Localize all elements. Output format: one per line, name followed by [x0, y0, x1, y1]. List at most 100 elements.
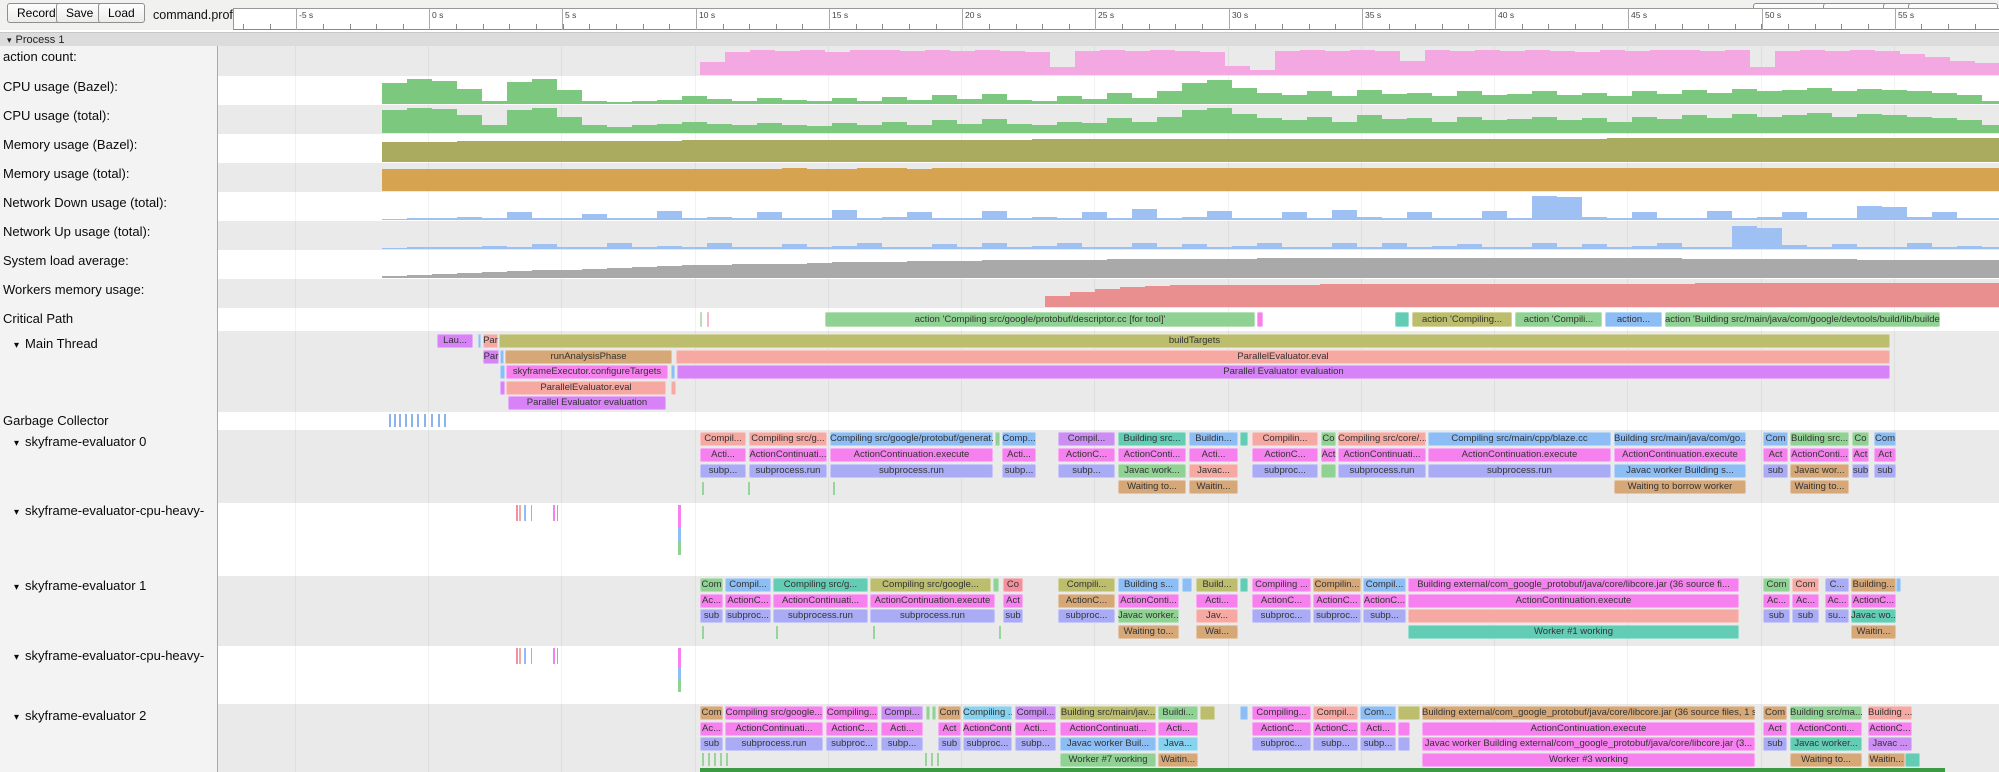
- flame-segment[interactable]: ActionContinuation.execute: [1408, 594, 1739, 608]
- flame-segment[interactable]: Act: [1003, 594, 1023, 608]
- flame-segment[interactable]: [932, 706, 936, 720]
- flame-segment[interactable]: subp...: [881, 737, 923, 751]
- flame-segment[interactable]: Ac...: [700, 722, 723, 736]
- flame-segment[interactable]: Compiling...: [1252, 706, 1311, 720]
- flame-segment[interactable]: [1398, 737, 1410, 751]
- flame-segment[interactable]: ActionContinuation.execute: [1422, 722, 1755, 736]
- process-header[interactable]: ▾Process 1: [0, 32, 1999, 46]
- flame-segment[interactable]: [1398, 706, 1420, 720]
- flame-segment[interactable]: Acti...: [1015, 722, 1056, 736]
- flame-segment[interactable]: sub: [1852, 464, 1869, 478]
- flame-segment[interactable]: Parallel Evaluator evaluation: [677, 365, 1890, 379]
- flame-segment[interactable]: ActionContinuation.execute: [1428, 448, 1611, 462]
- flame-segment[interactable]: subproc...: [1058, 609, 1115, 623]
- flame-segment[interactable]: ParallelEvaluator.eval: [676, 350, 1890, 364]
- flame-segment[interactable]: sub: [700, 737, 723, 751]
- flame-segment[interactable]: sub: [1763, 464, 1788, 478]
- flame-segment[interactable]: ActionContinuation.execute: [830, 448, 993, 462]
- load-button[interactable]: Load: [98, 3, 145, 23]
- flame-segment[interactable]: Waiting to...: [1790, 480, 1849, 494]
- flame-segment[interactable]: Act: [1852, 448, 1869, 462]
- flame-segment[interactable]: Par: [483, 334, 498, 348]
- flame-segment[interactable]: Javac worker...: [1118, 609, 1179, 623]
- flame-segment[interactable]: Javac worker Buil...: [1060, 737, 1156, 751]
- flame-segment[interactable]: Waitin...: [1158, 753, 1198, 767]
- flame-segment[interactable]: [1240, 578, 1248, 592]
- flame-segment[interactable]: Building src/ma...: [1790, 706, 1862, 720]
- flame-segment[interactable]: [671, 381, 676, 395]
- flame-segment[interactable]: Compiling src/google...: [870, 578, 991, 592]
- flame-segment[interactable]: [478, 334, 481, 348]
- flame-segment[interactable]: Waiting to...: [1118, 625, 1179, 639]
- flame-segment[interactable]: subp...: [1058, 464, 1115, 478]
- flame-segment[interactable]: Compil...: [1313, 706, 1358, 720]
- flame-segment[interactable]: Com: [1763, 578, 1790, 592]
- flame-segment[interactable]: Javac...: [1189, 464, 1238, 478]
- flame-segment[interactable]: Building external/com_google_protobuf/ja…: [1408, 578, 1739, 592]
- flame-segment[interactable]: Com: [1874, 432, 1896, 446]
- flame-segment[interactable]: Javac work...: [1118, 464, 1186, 478]
- flame-segment[interactable]: Build...: [1196, 578, 1238, 592]
- row-label-skyframe-evaluator-cpu-heavy-2[interactable]: ▾skyframe-evaluator-cpu-heavy-: [14, 648, 204, 663]
- flame-segment[interactable]: action 'Compili...: [1515, 312, 1602, 327]
- flame-segment[interactable]: ActionConti...: [963, 722, 1012, 736]
- flame-segment[interactable]: ActionContinuation.execute: [870, 594, 995, 608]
- flame-segment[interactable]: ActionC...: [725, 594, 771, 608]
- flame-segment[interactable]: Compil...: [1363, 578, 1406, 592]
- flame-segment[interactable]: [1896, 578, 1901, 592]
- flame-segment[interactable]: Worker #7 working: [1060, 753, 1156, 767]
- flame-segment[interactable]: [1398, 722, 1410, 736]
- flame-segment[interactable]: Ac...: [1825, 594, 1849, 608]
- flame-segment[interactable]: subprocess.run: [749, 464, 827, 478]
- flame-segment[interactable]: Compiling ...: [1252, 578, 1311, 592]
- flame-segment[interactable]: Wai...: [1196, 625, 1238, 639]
- row-label-skyframe-evaluator-cpu-heavy-1[interactable]: ▾skyframe-evaluator-cpu-heavy-: [14, 503, 204, 518]
- flame-segment[interactable]: ActionC...: [1313, 722, 1358, 736]
- flame-segment[interactable]: Ac...: [1763, 594, 1790, 608]
- flame-segment[interactable]: Com: [700, 578, 723, 592]
- flame-segment[interactable]: Compiling ...: [963, 706, 1012, 720]
- flame-segment[interactable]: subp...: [1015, 737, 1056, 751]
- flame-segment[interactable]: [1408, 609, 1739, 623]
- flame-segment[interactable]: ActionC...: [1252, 448, 1318, 462]
- flame-segment[interactable]: ActionContinuati...: [773, 594, 868, 608]
- flame-segment[interactable]: subproc...: [1252, 737, 1311, 751]
- flame-segment[interactable]: Com: [1763, 432, 1788, 446]
- flame-segment[interactable]: Acti...: [1196, 594, 1238, 608]
- flame-segment[interactable]: Javac wor...: [1790, 464, 1849, 478]
- flame-segment[interactable]: [671, 365, 675, 379]
- flame-segment[interactable]: Act: [1763, 448, 1788, 462]
- flame-segment[interactable]: subprocess.run: [830, 464, 993, 478]
- flame-segment[interactable]: Waitin...: [1189, 480, 1238, 494]
- flame-segment[interactable]: Waiting to...: [1118, 480, 1186, 494]
- flame-segment[interactable]: skyframeExecutor.configureTargets: [506, 365, 668, 379]
- flame-segment[interactable]: Building src...: [1118, 432, 1186, 446]
- flame-segment[interactable]: action 'Building src/main/java/com/googl…: [1665, 312, 1940, 327]
- flame-segment[interactable]: Com...: [1360, 706, 1396, 720]
- flame-segment[interactable]: subprocess.run: [1338, 464, 1426, 478]
- row-label-skyframe-evaluator-1[interactable]: ▾skyframe-evaluator 1: [14, 578, 146, 593]
- flame-segment[interactable]: ActionConti...: [1118, 448, 1186, 462]
- flame-segment[interactable]: Waiting to...: [1790, 753, 1862, 767]
- flame-segment[interactable]: Waitin...: [1851, 625, 1896, 639]
- flame-segment[interactable]: Co: [1003, 578, 1023, 592]
- flame-segment[interactable]: [500, 365, 505, 379]
- flame-segment[interactable]: [1182, 578, 1192, 592]
- flame-segment[interactable]: Parallel Evaluator evaluation: [508, 396, 666, 410]
- flame-segment[interactable]: sub: [1792, 609, 1819, 623]
- flame-segment[interactable]: Javac worker...: [1790, 737, 1862, 751]
- flame-segment[interactable]: Act: [1321, 448, 1336, 462]
- flame-segment[interactable]: sub: [938, 737, 961, 751]
- flame-segment[interactable]: ActionConti...: [1118, 594, 1179, 608]
- flame-segment[interactable]: Acti...: [1158, 722, 1198, 736]
- flame-segment[interactable]: Building s...: [1118, 578, 1179, 592]
- flame-segment[interactable]: Compili...: [1058, 578, 1115, 592]
- flame-segment[interactable]: [1240, 706, 1248, 720]
- flame-segment[interactable]: sub: [1874, 464, 1896, 478]
- flame-segment[interactable]: ActionC...: [1313, 594, 1361, 608]
- flame-segment[interactable]: ActionC...: [1868, 722, 1912, 736]
- row-label-main-thread[interactable]: ▾Main Thread: [14, 336, 98, 351]
- flame-segment[interactable]: subp...: [1363, 609, 1406, 623]
- flame-segment[interactable]: subp...: [1313, 737, 1358, 751]
- flame-segment[interactable]: ActionC...: [1058, 594, 1115, 608]
